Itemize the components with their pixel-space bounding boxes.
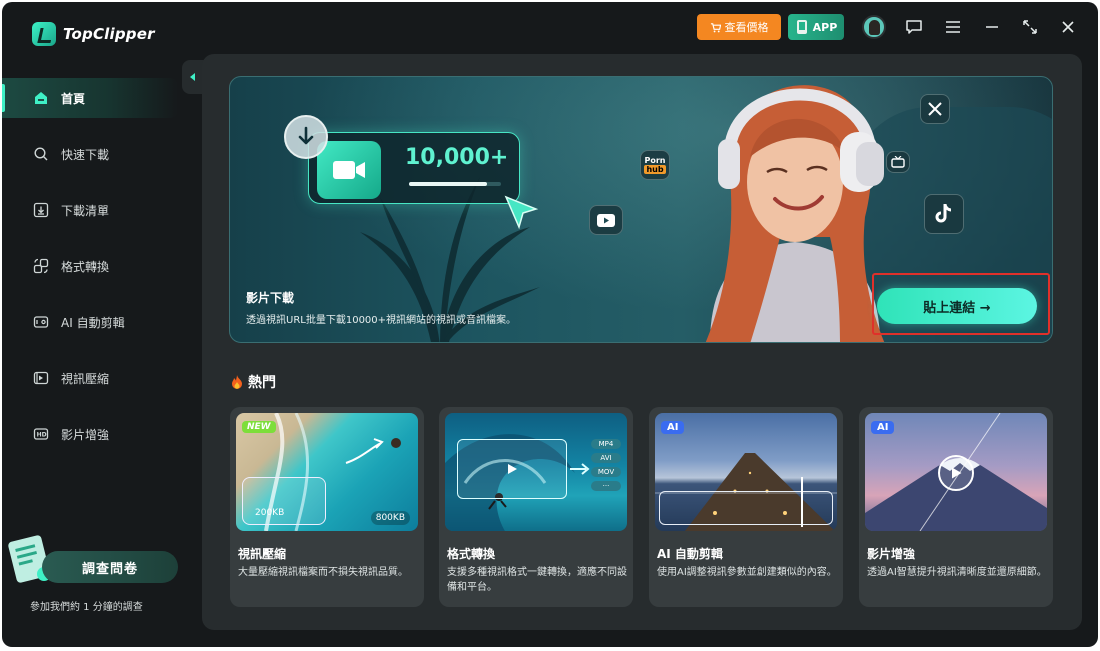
sidebar-collapse-button[interactable] (182, 60, 204, 94)
topclipper-logo-icon (32, 22, 56, 46)
timeline-playhead (801, 477, 803, 527)
enhance-thumbnail: AI (865, 413, 1047, 531)
ai-edit-icon (33, 314, 49, 330)
view-price-label: 查看價格 (724, 21, 769, 34)
card-description: 使用AI調整視訊參數並創建類似的內容。 (657, 567, 837, 578)
compress-frame: 200KB (242, 477, 326, 525)
card-title: 格式轉換 (447, 547, 496, 561)
survey-subtitle: 參加我們約 1 分鐘的調查 (30, 602, 143, 613)
sidebar-item-format-convert[interactable]: 格式轉換 (2, 246, 178, 286)
app-logo: TopClipper (32, 22, 155, 46)
compress-thumbnail: NEW 200KB 800KB (236, 413, 418, 531)
sidebar-item-quick-download[interactable]: 快速下載 (2, 134, 178, 174)
sidebar-item-video-enhance[interactable]: HD 影片增強 (2, 414, 178, 454)
view-price-button[interactable]: 查看價格 (697, 14, 781, 40)
hot-title-label: 熱門 (248, 375, 276, 391)
download-progress-fill (409, 182, 488, 186)
new-badge: NEW (242, 421, 276, 433)
play-icon (952, 467, 962, 479)
feature-card-format-convert[interactable]: MP4 AVI MOV ··· 格式轉換 支援多種視訊格式一鍵轉換，適應不同設備… (439, 407, 633, 607)
play-icon (508, 464, 517, 474)
sidebar-item-ai-auto-edit[interactable]: AI 自動剪輯 (2, 302, 178, 342)
download-counter-card: 10,000+ (308, 132, 520, 204)
survey-button[interactable]: 調查問卷 (42, 551, 178, 583)
title-bar: TopClipper 查看價格 APP (2, 2, 1098, 56)
home-icon (33, 90, 49, 106)
sidebar-item-video-compress[interactable]: 視訊壓縮 (2, 358, 178, 398)
app-name: TopClipper (63, 25, 155, 43)
compress-icon (33, 370, 49, 386)
banner-description: 透過視訊URL批量下載10000+視訊網站的視訊或音訊檔案。 (246, 315, 517, 326)
cart-icon (710, 22, 721, 32)
porn-hub-icon: Porn hub (640, 150, 670, 180)
avatar[interactable] (862, 15, 886, 39)
fire-icon (232, 375, 242, 389)
card-description: 透過AI智慧提升視訊清晰度並還原細節。 (867, 567, 1047, 578)
x-icon (920, 94, 950, 124)
size-before: 200KB (255, 508, 285, 518)
survey-section: 調查問卷 參加我們約 1 分鐘的調查 (2, 526, 202, 636)
chevron-left-icon (190, 73, 195, 81)
format-more: ··· (591, 481, 621, 491)
sidebar-item-label: AI 自動剪輯 (61, 315, 125, 330)
arrow-right-icon (570, 463, 590, 475)
format-list: MP4 AVI MOV ··· (591, 439, 621, 491)
feature-card-video-compress[interactable]: NEW 200KB 800KB 視訊壓縮 大量壓縮視訊檔案而不損失視訊品質。 (230, 407, 424, 607)
hot-section-title: 熱門 (230, 372, 276, 392)
sidebar-item-label: 格式轉換 (61, 259, 110, 274)
format-avi: AVI (591, 453, 621, 463)
ai-edit-thumbnail: AI (655, 413, 837, 531)
download-counter: 10,000+ (405, 145, 509, 170)
card-description: 大量壓縮視訊檔案而不損失視訊品質。 (238, 567, 408, 578)
sidebar-item-label: 影片增強 (61, 427, 110, 442)
convert-icon (33, 258, 49, 274)
timeline-frame (659, 491, 833, 525)
app-window: TopClipper 查看價格 APP 首頁 快速下載 下載清單 格式轉換 AI… (2, 2, 1098, 647)
app-label: APP (812, 20, 838, 34)
youtube-icon (589, 205, 623, 235)
expand-icon[interactable] (1019, 16, 1041, 38)
video-download-banner[interactable]: 10,000+ Porn hub 影片下載 透過視訊URL批量下載10000+視… (229, 76, 1053, 343)
svg-text:HD: HD (37, 432, 47, 439)
format-mov: MOV (591, 467, 621, 477)
card-title: 影片增強 (867, 547, 916, 561)
size-after: 800KB (370, 511, 410, 525)
video-frame (457, 439, 567, 499)
feedback-icon[interactable] (903, 16, 925, 38)
tiktok-icon (924, 194, 964, 234)
phone-app-icon (796, 20, 807, 34)
card-title: AI 自動剪輯 (657, 547, 723, 561)
banner-title: 影片下載 (246, 291, 295, 305)
format-mp4: MP4 (591, 439, 621, 449)
download-arrow-icon (284, 115, 328, 159)
convert-thumbnail: MP4 AVI MOV ··· (445, 413, 627, 531)
feature-card-ai-auto-edit[interactable]: AI AI 自動剪輯 使用AI調整視訊參數並創建類似的內容。 (649, 407, 843, 607)
ai-badge: AI (661, 421, 685, 434)
minimize-icon[interactable] (981, 16, 1003, 38)
card-description: 支援多種視訊格式一鍵轉換，適應不同設備和平台。 (447, 567, 627, 593)
download-list-icon (33, 202, 49, 218)
cursor-arrow-icon (504, 195, 539, 230)
sidebar-item-label: 首頁 (61, 91, 86, 106)
ai-badge: AI (871, 421, 895, 434)
app-button[interactable]: APP (788, 14, 844, 40)
search-icon (33, 146, 49, 162)
download-progress-bar (409, 182, 501, 186)
sidebar-item-label: 下載清單 (61, 203, 110, 218)
feature-card-video-enhance[interactable]: AI 影片增強 透過AI智慧提升視訊清晰度並還原細節。 (859, 407, 1053, 607)
sidebar-item-home[interactable]: 首頁 (2, 78, 178, 118)
sidebar-item-label: 快速下載 (61, 147, 110, 162)
play-button-overlay (938, 455, 974, 491)
menu-icon[interactable] (942, 16, 964, 38)
main-panel: 10,000+ Porn hub 影片下載 透過視訊URL批量下載10000+視… (202, 54, 1082, 630)
enhance-icon: HD (33, 426, 49, 442)
video-camera-icon (317, 141, 381, 199)
close-icon[interactable] (1057, 16, 1079, 38)
paste-link-button[interactable]: 貼上連結 → (877, 288, 1037, 324)
sidebar: 首頁 快速下載 下載清單 格式轉換 AI 自動剪輯 視訊壓縮 HD 影片增強 調… (2, 56, 202, 647)
card-title: 視訊壓縮 (238, 547, 287, 561)
sidebar-item-label: 視訊壓縮 (61, 371, 110, 386)
sidebar-item-download-list[interactable]: 下載清單 (2, 190, 178, 230)
